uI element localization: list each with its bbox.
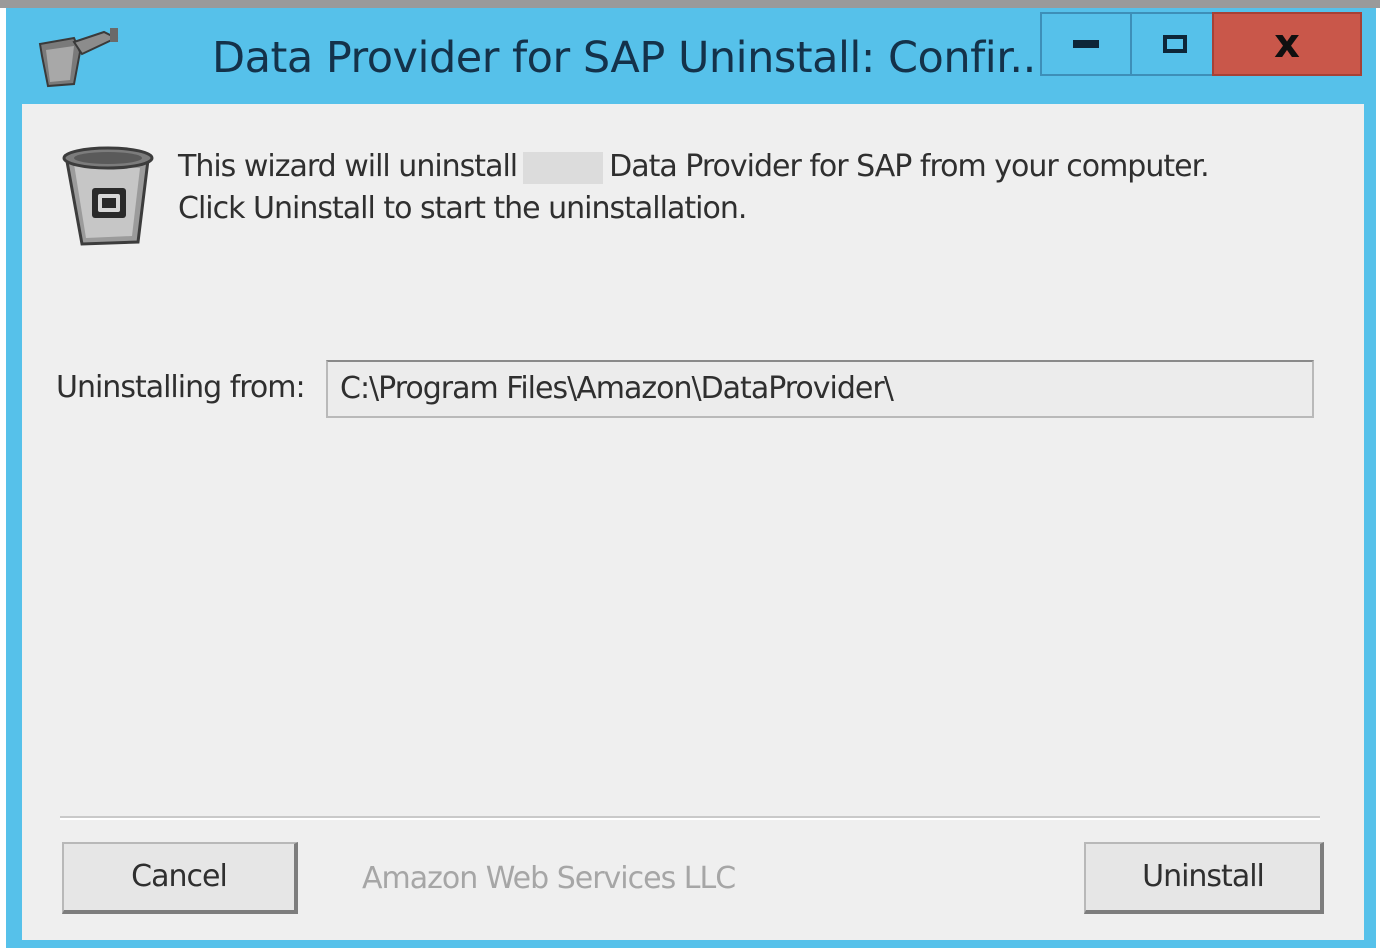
trash-can-icon — [62, 146, 154, 246]
uninstall-button[interactable]: Uninstall — [1084, 842, 1324, 914]
vendor-label: Amazon Web Services LLC — [362, 861, 736, 896]
dialog-body: This wizard will uninstall Data Provider … — [22, 104, 1364, 940]
uninstalling-from-label: Uninstalling from: — [56, 370, 306, 405]
background-strip — [0, 0, 1380, 8]
message-line1-prefix: This wizard will uninstall — [178, 149, 518, 184]
footer-separator — [60, 816, 1320, 820]
app-icon — [38, 28, 119, 88]
redacted-text — [523, 151, 604, 184]
uninstall-dialog: Data Provider for SAP Uninstall: Confir.… — [6, 8, 1376, 948]
cancel-button[interactable]: Cancel — [62, 842, 298, 914]
minimize-button[interactable] — [1040, 12, 1132, 76]
maximize-button[interactable] — [1130, 12, 1220, 76]
install-path-field[interactable]: C:\Program Files\Amazon\DataProvider\ — [326, 360, 1314, 418]
message-line2: Click Uninstall to start the uninstallat… — [178, 191, 747, 226]
wizard-message: This wizard will uninstall Data Provider … — [178, 146, 1338, 230]
close-icon: x — [1274, 21, 1300, 67]
window-title: Data Provider for SAP Uninstall: Confir.… — [212, 33, 1042, 83]
close-button[interactable]: x — [1212, 12, 1362, 76]
maximize-icon — [1163, 35, 1187, 53]
message-line1-suffix: Data Provider for SAP from your computer… — [609, 149, 1210, 184]
title-bar[interactable]: Data Provider for SAP Uninstall: Confir.… — [6, 8, 1376, 104]
minimize-icon — [1073, 40, 1099, 48]
